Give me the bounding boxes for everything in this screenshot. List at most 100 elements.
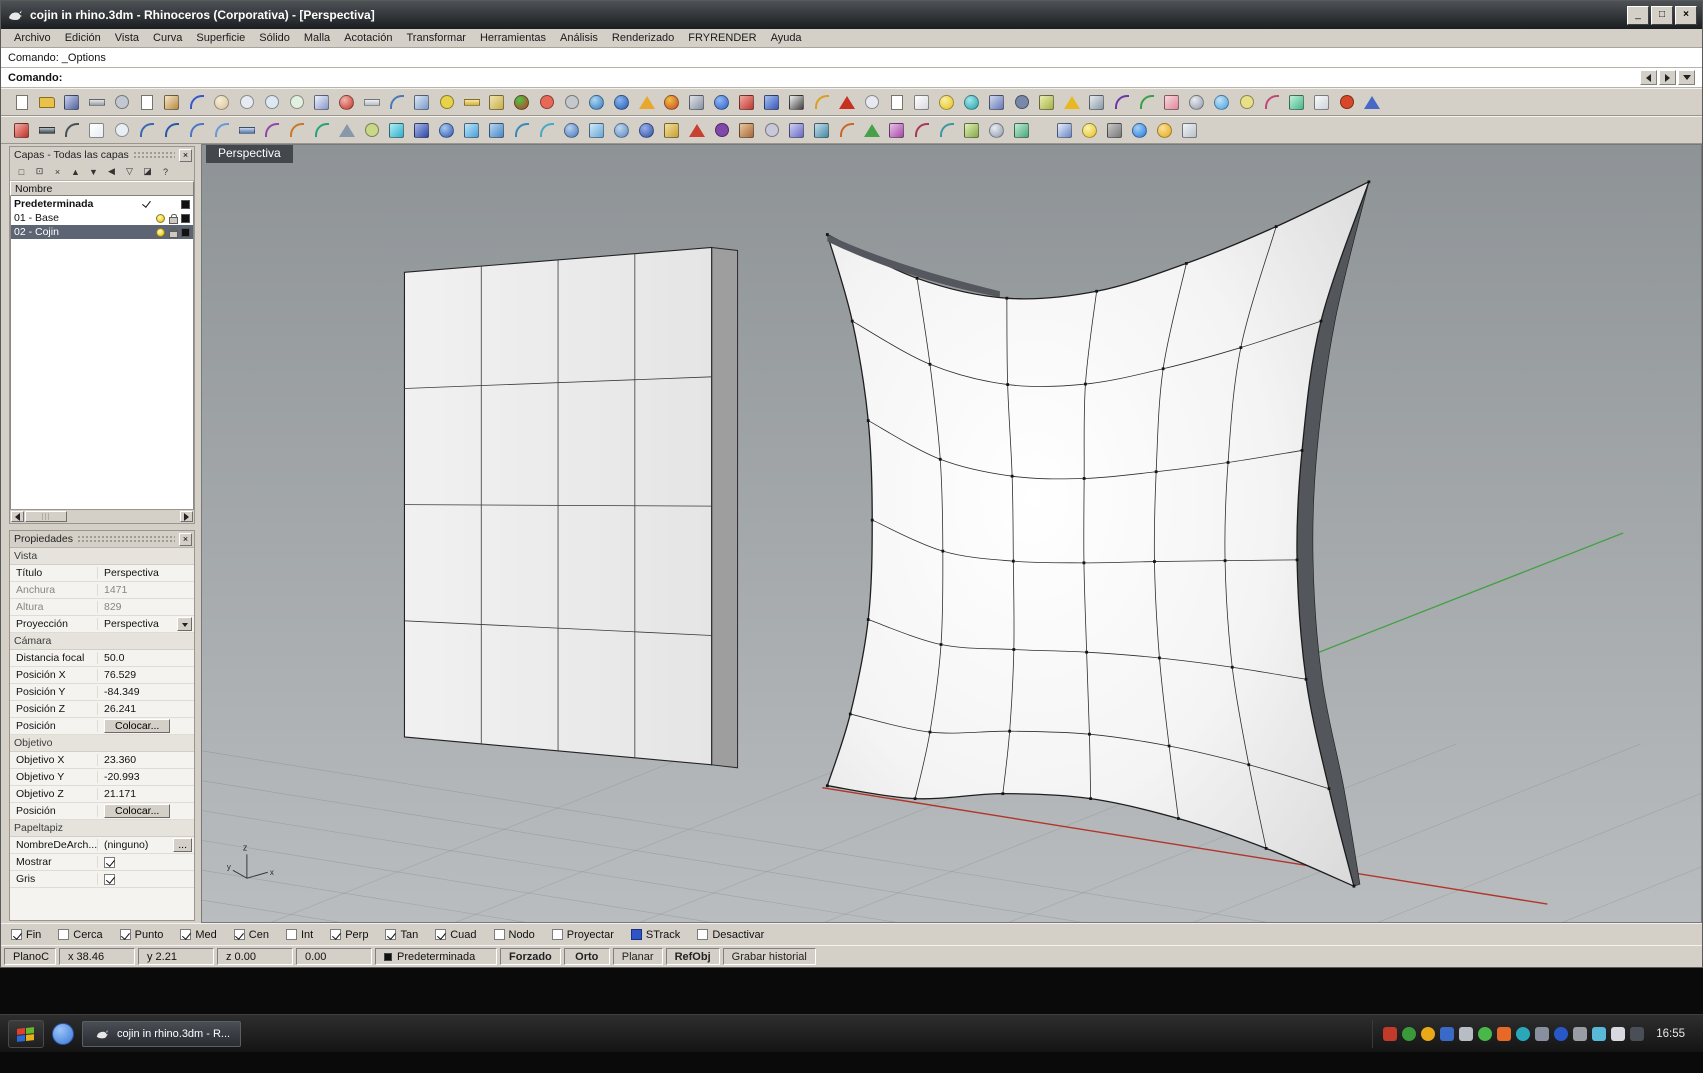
polyline-icon[interactable] [59,118,84,142]
spiral-icon[interactable] [1109,90,1134,114]
bend-icon[interactable] [934,118,959,142]
circle-gray-icon[interactable] [559,90,584,114]
rectangle-icon[interactable] [84,118,109,142]
undo-icon[interactable] [184,90,209,114]
analyze-icon[interactable] [984,118,1009,142]
layer-visibility-bulb-icon[interactable] [156,213,165,223]
osnap-checkbox[interactable] [551,929,563,940]
osnap-proyectar[interactable]: Proyectar [551,929,614,941]
patch-icon[interactable] [584,118,609,142]
new-layer-icon[interactable]: □ [14,165,29,179]
tray-update-icon[interactable] [1421,1026,1436,1041]
osnap-checkbox[interactable] [385,929,397,940]
property-value[interactable]: -20.993 [104,771,192,783]
zoom-extents-icon[interactable] [284,90,309,114]
new-file-icon[interactable] [9,90,34,114]
lock-icon[interactable] [484,90,509,114]
tray-graphics-icon[interactable] [1383,1026,1398,1041]
record-history-icon[interactable] [1334,90,1359,114]
flat-panel-object[interactable] [403,246,739,769]
mode-grabar-historial[interactable]: Grabar historial [722,948,816,965]
tray-language-icon[interactable] [1630,1026,1645,1041]
command-popup-button[interactable] [1678,70,1695,85]
circle-red-icon[interactable] [534,90,559,114]
close-button[interactable]: × [1675,5,1697,25]
osnap-checkbox[interactable] [630,929,642,940]
layer-color-swatch[interactable] [181,227,190,237]
mode-forzado[interactable]: Forzado [500,948,561,965]
show-objects-icon[interactable] [1209,90,1234,114]
active-layer-chip[interactable]: Predeterminada [375,948,497,965]
camera-icon[interactable] [1102,118,1127,142]
join-icon[interactable] [709,118,734,142]
layer-lock-icon[interactable] [168,198,179,210]
layer-visibility-bulb-icon[interactable] [156,227,165,237]
filter-selection-icon[interactable] [1359,90,1384,114]
direction-icon[interactable] [1009,118,1034,142]
perspective-viewport[interactable]: z x y Perspectiva [201,144,1702,923]
osnap-checkbox[interactable] [285,929,297,940]
link-icon[interactable] [1134,90,1159,114]
colocar-button[interactable]: Colocar... [104,719,171,733]
blend-curve-icon[interactable] [309,118,334,142]
tray-messenger-icon[interactable] [1478,1026,1493,1041]
array-icon[interactable] [809,118,834,142]
explode-icon[interactable] [684,118,709,142]
percent-icon[interactable] [859,90,884,114]
freeform-curve-icon[interactable] [159,118,184,142]
mode-refobj[interactable]: RefObj [665,948,720,965]
group-icon[interactable] [984,90,1009,114]
circle-icon[interactable] [109,118,134,142]
tray-clock-icon[interactable] [1516,1026,1531,1041]
open-file-icon[interactable] [34,90,59,114]
cylinder-icon[interactable] [384,118,409,142]
tray-printer-icon[interactable] [1573,1026,1588,1041]
loft-icon[interactable] [459,118,484,142]
mode-planar[interactable]: Planar [612,948,663,965]
layer-color-swatch[interactable] [181,213,190,223]
pattern-icon[interactable] [1034,90,1059,114]
osnap-checkbox[interactable] [233,929,245,940]
filter-icon[interactable]: ▽ [122,165,137,179]
osnap-checkbox[interactable] [493,929,505,940]
property-value[interactable]: 21.171 [104,788,192,800]
collapse-icon[interactable]: ◀ [104,165,119,179]
property-value[interactable]: 26.241 [104,703,192,715]
render-car-icon[interactable] [334,90,359,114]
annotate-icon[interactable] [909,90,934,114]
gradient-icon[interactable] [784,90,809,114]
tray-network-icon[interactable] [1440,1026,1455,1041]
point-icon[interactable] [434,90,459,114]
copy-object-icon[interactable] [759,90,784,114]
layers-horizontal-scrollbar[interactable] [10,509,194,523]
sweep2-icon[interactable] [534,118,559,142]
help-icon[interactable] [709,90,734,114]
copy-icon[interactable] [134,90,159,114]
grid-dots-icon[interactable] [1177,118,1202,142]
menu-ayuda[interactable]: Ayuda [764,30,809,46]
colocar-button[interactable]: Colocar... [104,804,171,818]
cap-icon[interactable] [609,118,634,142]
menu-herramientas[interactable]: Herramientas [473,30,553,46]
osnap-int[interactable]: Int [285,929,313,941]
browse-button[interactable]: ... [173,838,192,852]
menu-acotacin[interactable]: Acotación [337,30,399,46]
mode-orto[interactable]: Orto [563,948,610,965]
command-next-button[interactable] [1659,70,1676,85]
tray-battery-icon[interactable] [1535,1026,1550,1041]
tray-antivirus-icon[interactable] [1554,1026,1569,1041]
osnap-perp[interactable]: Perp [330,929,368,941]
layer-lock-icon[interactable] [168,226,179,238]
trim-icon[interactable] [734,118,759,142]
layer-visibility-bulb-icon[interactable] [155,199,166,210]
delete-layer-icon[interactable]: × [50,165,65,179]
sphere-icon[interactable] [434,118,459,142]
projection-dropdown-button[interactable] [177,617,192,631]
property-value[interactable]: 23.360 [104,754,192,766]
save-icon[interactable] [59,90,84,114]
layers-panel-grip[interactable] [132,151,175,159]
osnap-nodo[interactable]: Nodo [493,929,535,941]
hide-objects-icon[interactable] [1184,90,1209,114]
duplicate-layer-icon[interactable]: ⊡ [32,165,47,179]
calculator-icon[interactable] [1084,90,1109,114]
